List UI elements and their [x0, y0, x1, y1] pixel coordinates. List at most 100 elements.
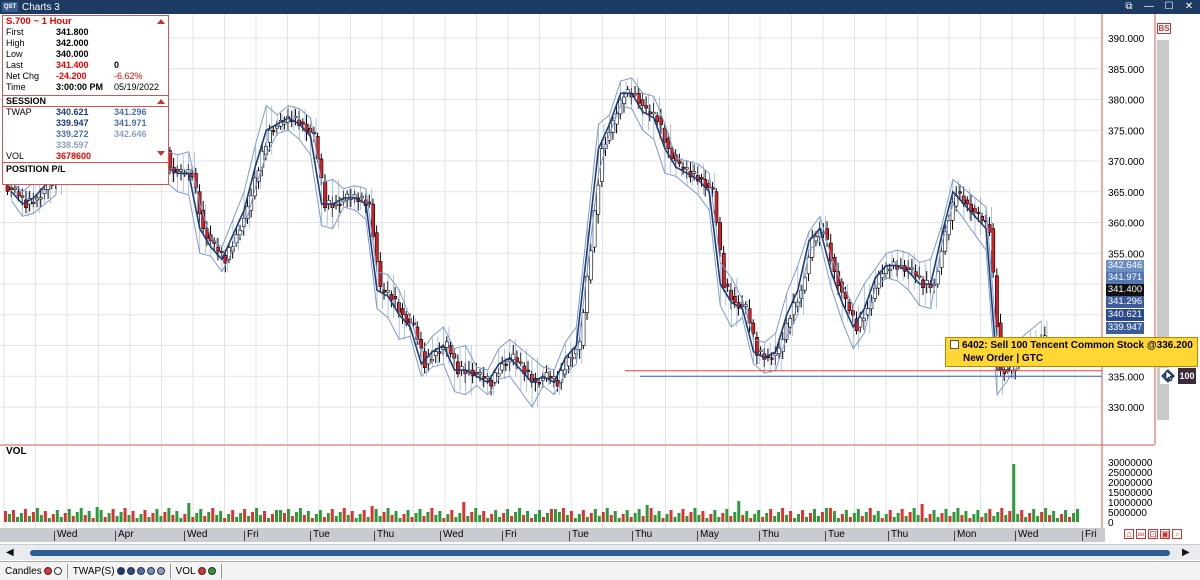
volume-bar — [805, 517, 809, 522]
candle-body — [282, 121, 287, 125]
candle-body — [179, 169, 184, 172]
price-tag: 339.947 — [1106, 322, 1144, 334]
volume-bar — [980, 517, 984, 522]
date-label: Fri — [502, 529, 517, 541]
price-tick-label: 360.000 — [1108, 219, 1145, 230]
minimize-icon[interactable]: — — [1140, 1, 1158, 13]
volume-bar — [992, 516, 996, 522]
collapse-up-icon[interactable] — [157, 19, 165, 24]
date-label: Tue — [825, 529, 845, 541]
restore-icon[interactable]: ⧉ — [1120, 1, 1138, 13]
volume-bar — [661, 518, 665, 522]
candle-body — [769, 357, 774, 360]
volume-bar — [697, 515, 701, 522]
order-qty-tag[interactable]: 100 — [1178, 368, 1196, 384]
candle-body — [566, 357, 571, 367]
volume-bar — [820, 512, 824, 522]
order-drag-handle[interactable] — [1160, 368, 1178, 384]
tool-icon[interactable]: ⊡ — [1148, 529, 1158, 539]
volume-bar — [757, 510, 761, 522]
volume-bar — [171, 515, 175, 522]
volume-bar — [553, 509, 557, 522]
legend-color-swatch[interactable] — [126, 567, 135, 575]
volume-bar — [645, 505, 649, 522]
price-tick-label: 330.000 — [1108, 403, 1145, 414]
expand-down-icon[interactable] — [157, 151, 165, 156]
volume-bar — [175, 511, 179, 522]
volume-bar — [721, 513, 725, 522]
buy-sell-toggle[interactable]: BS — [1157, 23, 1171, 34]
volume-bar — [1072, 513, 1076, 522]
tool-icon[interactable]: ▫ — [1172, 529, 1182, 539]
info-row: Time 3:00:00 PM 05/19/2022 — [3, 82, 168, 93]
tool-icon[interactable]: ▣ — [1160, 529, 1170, 539]
scroll-thumb[interactable] — [30, 550, 1170, 556]
legend-color-swatch[interactable] — [156, 567, 165, 575]
volume-bar — [996, 512, 1000, 522]
candle-body — [301, 121, 305, 125]
volume-bar — [844, 510, 848, 522]
time-scrollbar[interactable]: ◀ ▶ — [0, 544, 1200, 560]
volume-bar — [386, 508, 390, 522]
info-row-value2 — [114, 38, 164, 49]
tool-icon[interactable]: ⌂ — [1124, 529, 1134, 539]
volume-bar — [936, 517, 940, 522]
legend-color-swatch[interactable] — [116, 567, 125, 575]
order-icon — [950, 340, 959, 349]
volume-bar — [278, 510, 282, 522]
volume-bar — [83, 515, 87, 522]
volume-bar — [689, 512, 693, 522]
legend-color-swatch[interactable] — [146, 567, 155, 575]
candle-body — [570, 357, 575, 360]
volume-bar — [920, 504, 924, 522]
legend-item[interactable]: VOL — [176, 563, 222, 579]
candle-body — [492, 372, 497, 383]
volume-bar — [665, 514, 669, 522]
price-tick-label: 335.000 — [1108, 372, 1145, 383]
volume-bar — [159, 516, 163, 522]
volume-bar — [306, 511, 310, 522]
volume-bar — [127, 515, 131, 522]
legend-item[interactable]: TWAP(S) — [73, 563, 171, 579]
volume-bar — [430, 508, 434, 522]
info-row-label: Net Chg — [6, 71, 40, 81]
chart-window: QST Charts 3 ⧉ — ☐ ✕ 390.000 385.000 380.0… — [0, 0, 1200, 580]
legend-color-swatch[interactable] — [53, 567, 62, 575]
candle-body — [699, 177, 704, 180]
date-label: Wed — [1014, 529, 1039, 541]
info-row-value2 — [114, 49, 164, 60]
legend-item[interactable]: Candles — [5, 563, 68, 579]
legend-color-swatch[interactable] — [43, 567, 52, 575]
volume-bar — [685, 516, 689, 522]
candle-body — [847, 302, 852, 311]
chart-tools: ⌂ ∞ ⊡ ▣ ▫ — [1124, 529, 1182, 539]
candle-body — [995, 275, 999, 327]
candle-body — [858, 316, 863, 328]
scroll-right-icon[interactable]: ▶ — [1182, 547, 1190, 558]
date-label: Tue — [310, 529, 330, 541]
tool-icon[interactable]: ∞ — [1136, 529, 1146, 539]
legend-color-swatch[interactable] — [136, 567, 145, 575]
scroll-left-icon[interactable]: ◀ — [6, 547, 14, 558]
volume-bar — [514, 512, 518, 522]
collapse-up-icon[interactable] — [157, 98, 165, 104]
volume-bar — [334, 516, 338, 522]
maximize-icon[interactable]: ☐ — [1160, 1, 1178, 13]
candle-body — [378, 261, 383, 287]
volume-bar — [832, 511, 836, 522]
price-chart[interactable]: 390.000 385.000 380.000 375.000 370.000 365.0… — [0, 14, 1200, 528]
volume-bar — [1064, 510, 1068, 522]
volume-bar — [35, 508, 39, 522]
close-icon[interactable]: ✕ — [1180, 1, 1198, 13]
volume-bar — [924, 518, 928, 522]
volume-bar — [534, 514, 538, 522]
twap-value: 339.947 — [56, 118, 89, 128]
candle-body — [433, 351, 438, 357]
volume-bar — [286, 509, 290, 522]
volume-bar — [896, 513, 900, 522]
volume-bar — [753, 514, 757, 522]
candle-body — [5, 185, 10, 192]
legend-color-swatch[interactable] — [207, 567, 216, 575]
legend-color-swatch[interactable] — [197, 567, 206, 575]
app-logo: QST — [2, 2, 18, 12]
